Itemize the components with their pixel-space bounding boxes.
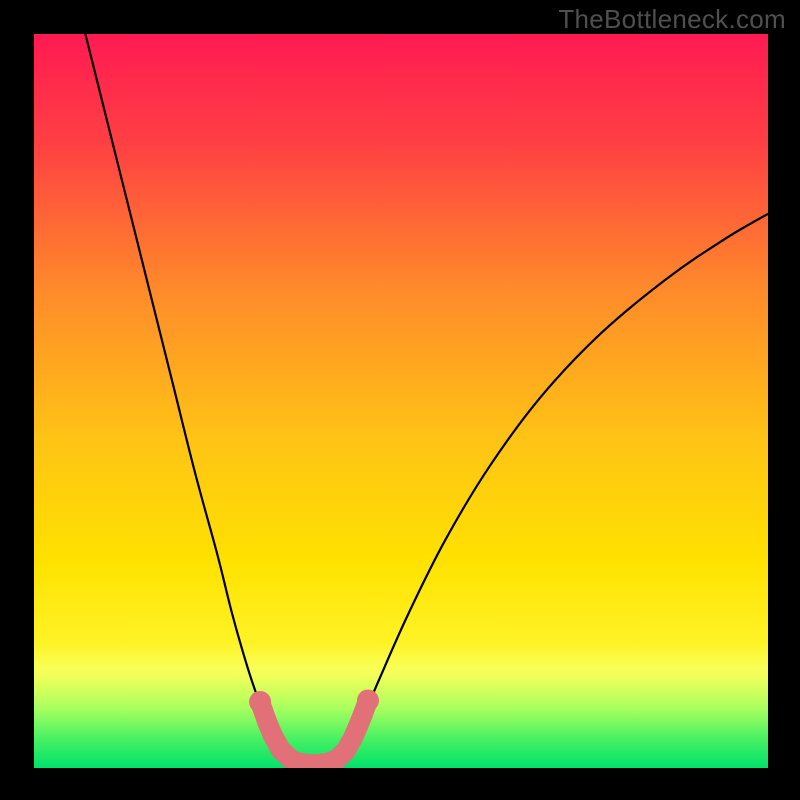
- chart-svg: [34, 34, 768, 768]
- marker-dot: [249, 691, 271, 713]
- watermark-text: TheBottleneck.com: [558, 4, 786, 35]
- plot-area: [34, 34, 768, 768]
- gradient-background: [34, 34, 768, 768]
- chart-container: TheBottleneck.com: [0, 0, 800, 800]
- marker-dot: [357, 689, 379, 711]
